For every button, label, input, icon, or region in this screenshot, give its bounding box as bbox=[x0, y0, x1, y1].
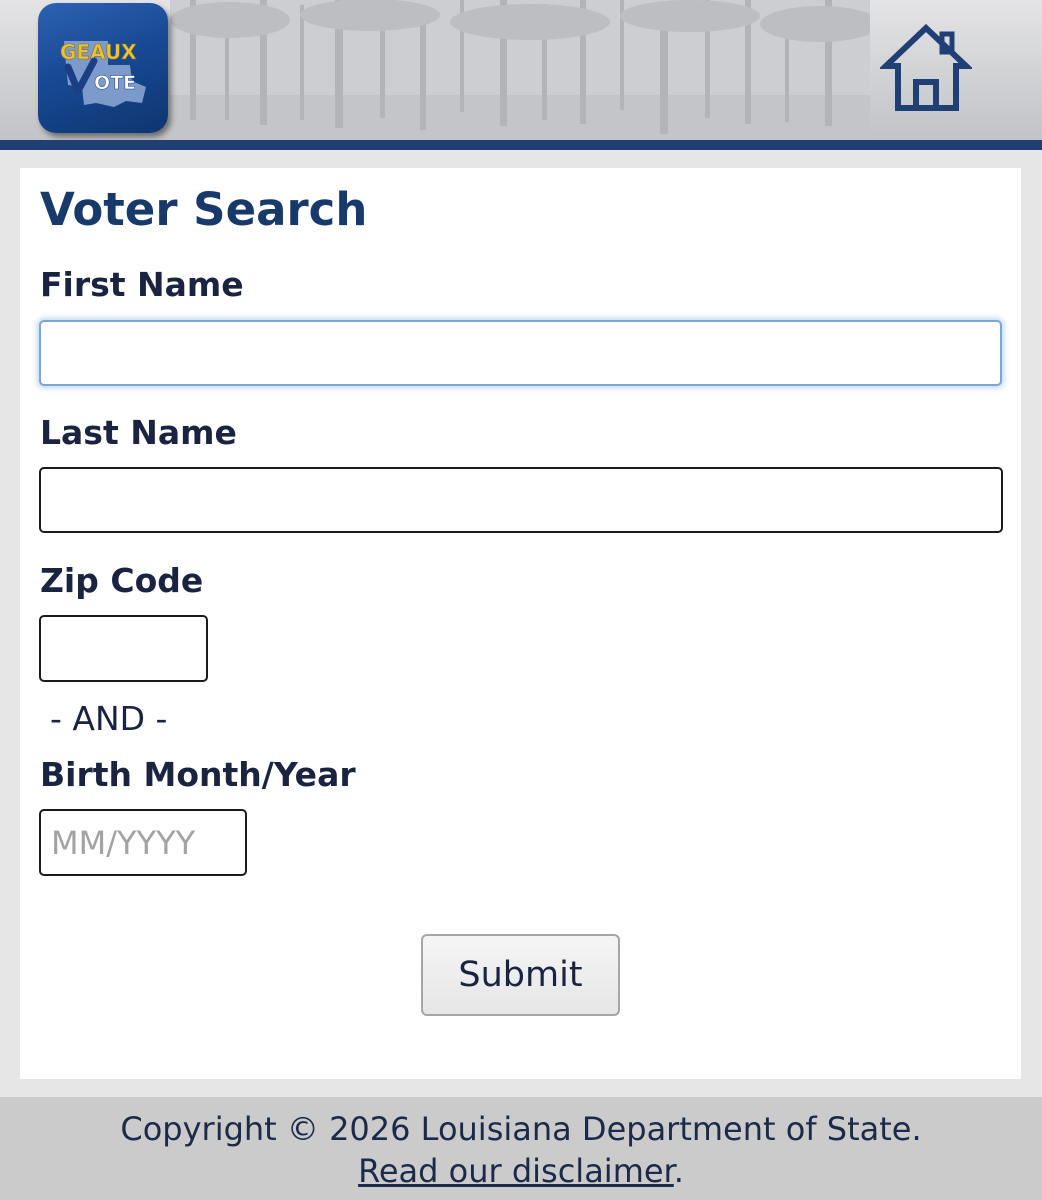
logo-text-vote: OTE bbox=[94, 72, 136, 94]
last-name-label: Last Name bbox=[40, 413, 237, 452]
geaux-vote-logo[interactable]: GEAUX OTE bbox=[38, 3, 168, 133]
site-header: GEAUX OTE bbox=[0, 0, 1042, 140]
swamp-trees-background bbox=[170, 0, 870, 140]
header-accent-bar bbox=[0, 140, 1042, 150]
and-separator: - AND - bbox=[50, 699, 168, 738]
zip-code-input[interactable] bbox=[39, 615, 208, 682]
disclaimer-line: Read our disclaimer. bbox=[0, 1151, 1042, 1191]
logo-text-geaux: GEAUX bbox=[60, 40, 137, 64]
disclaimer-link[interactable]: Read our disclaimer bbox=[358, 1152, 674, 1190]
copyright-text: Copyright © 2026 Louisiana Department of… bbox=[120, 1110, 922, 1148]
home-button[interactable] bbox=[878, 22, 974, 114]
submit-button[interactable]: Submit bbox=[421, 934, 620, 1016]
page-title: Voter Search bbox=[40, 183, 368, 236]
site-footer: Copyright © 2026 Louisiana Department of… bbox=[0, 1097, 1042, 1200]
disclaimer-period: . bbox=[673, 1152, 684, 1190]
home-icon bbox=[878, 23, 974, 111]
first-name-label: First Name bbox=[40, 265, 244, 304]
birth-month-year-label: Birth Month/Year bbox=[40, 755, 356, 794]
birth-month-year-input[interactable] bbox=[39, 809, 247, 876]
last-name-input[interactable] bbox=[39, 467, 1003, 533]
voter-search-card: Voter Search First Name Last Name Zip Co… bbox=[20, 168, 1021, 1079]
zip-code-label: Zip Code bbox=[40, 561, 204, 600]
first-name-input[interactable] bbox=[39, 320, 1002, 386]
louisiana-state-icon: GEAUX OTE bbox=[60, 40, 146, 107]
